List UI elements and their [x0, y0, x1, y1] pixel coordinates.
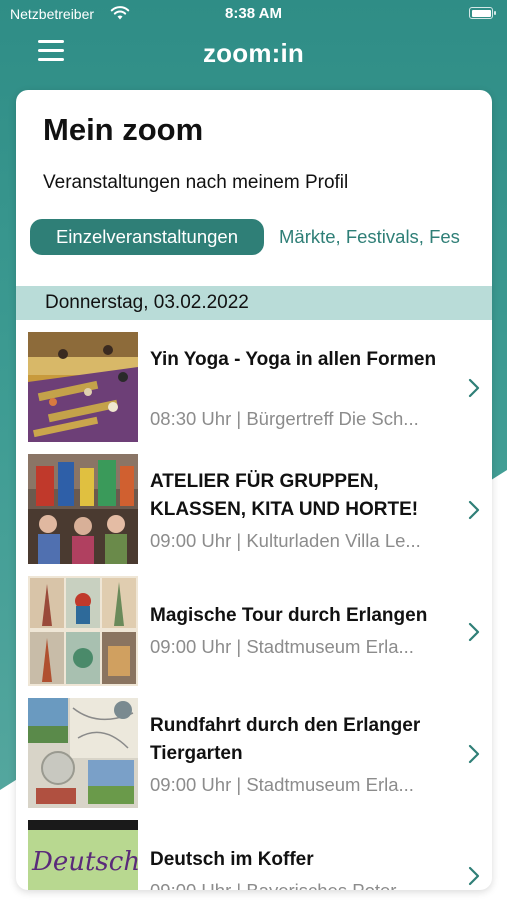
app-title: zoom:in	[202, 38, 305, 68]
event-meta: 09:00 Uhr | Kulturladen Villa Le...	[150, 530, 421, 551]
event-meta: 09:00 Uhr | Bayerisches Poter...	[150, 880, 460, 890]
page-title: Mein zoom	[43, 112, 204, 147]
yoga-room-photo	[28, 332, 138, 442]
clock: 8:38 AM	[225, 5, 282, 22]
tab-einzelveranstaltungen[interactable]: Einzelveranstaltungen	[30, 219, 264, 255]
event-title: Magische Tour durch Erlangen	[150, 605, 428, 626]
battery-icon	[469, 7, 496, 19]
event-item[interactable]: Magische Tour durch Erlangen 09:00 Uhr |…	[16, 576, 492, 694]
page-subtitle: Veranstaltungen nach meinem Profil	[43, 172, 349, 193]
chevron-right-icon	[468, 622, 480, 642]
map-collage	[28, 698, 138, 808]
main-card: Mein zoom Veranstaltungen nach meinem Pr…	[16, 90, 492, 890]
chevron-right-icon	[468, 500, 480, 520]
event-item[interactable]: Deutsch Deutsch im Koffer 09:00 Uhr | Ba…	[16, 820, 492, 890]
event-item[interactable]: Rundfahrt durch den Erlanger Tiergarten …	[16, 698, 492, 816]
deutsch-chalkboard: Deutsch	[28, 820, 138, 890]
date-section-header: Donnerstag, 03.02.2022	[16, 286, 492, 320]
chevron-right-icon	[468, 378, 480, 398]
event-item[interactable]: Yin Yoga - Yoga in allen Formen 08:30 Uh…	[16, 332, 492, 450]
event-meta: 08:30 Uhr | Bürgertreff Die Sch...	[150, 408, 419, 429]
category-tabs: Einzelveranstaltungen Märkte, Festivals,…	[30, 219, 492, 255]
event-title: ATELIER FÜR GRUPPEN, KLASSEN, KITA UND H…	[150, 471, 419, 520]
event-meta: 09:00 Uhr | Stadtmuseum Erla...	[150, 636, 414, 657]
tab-maerkte-festivals[interactable]: Märkte, Festivals, Fes	[279, 219, 460, 255]
paper-figures-photo	[28, 454, 138, 564]
event-title: Yin Yoga - Yoga in allen Formen	[150, 349, 437, 370]
event-meta: 09:00 Uhr | Stadtmuseum Erla...	[150, 774, 414, 795]
illustrated-collage	[28, 576, 138, 686]
chevron-right-icon	[468, 866, 480, 886]
chevron-right-icon	[468, 744, 480, 764]
chalkboard-text: Deutsch	[31, 847, 138, 877]
event-item[interactable]: ATELIER FÜR GRUPPEN, KLASSEN, KITA UND H…	[16, 454, 492, 572]
nav-bar: zoom:in	[0, 30, 507, 78]
status-bar: Netzbetreiber 8:38 AM	[0, 0, 507, 28]
event-title: Deutsch im Koffer	[150, 849, 314, 870]
event-title: Rundfahrt durch den Erlanger Tiergarten	[150, 715, 421, 764]
